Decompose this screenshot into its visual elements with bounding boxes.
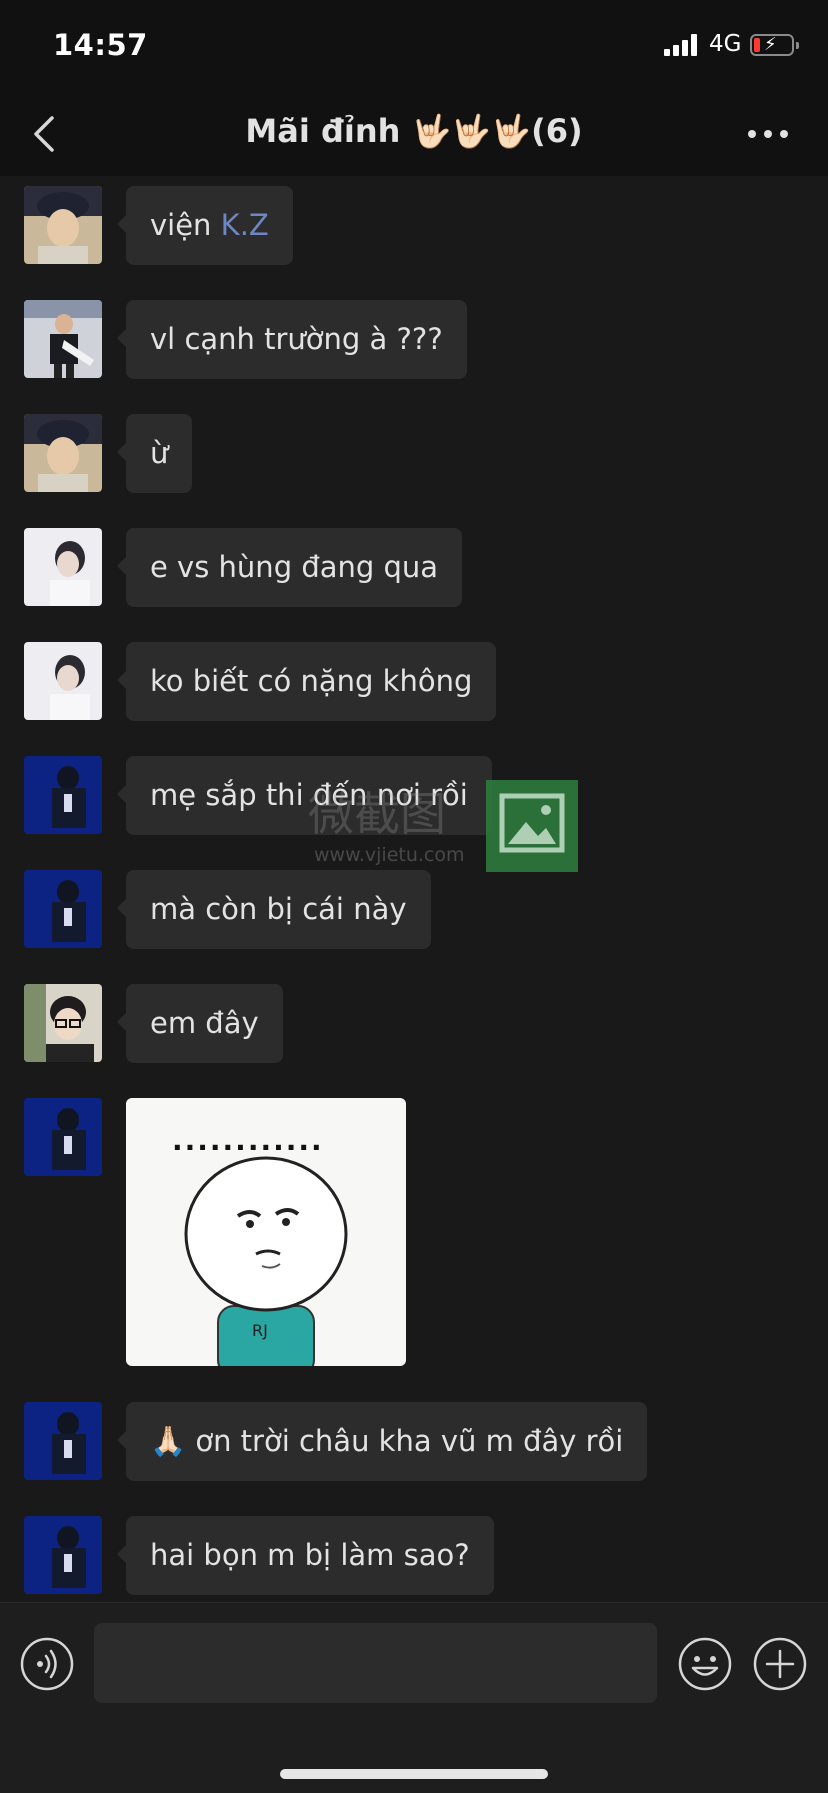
avatar[interactable] <box>24 1402 102 1480</box>
svg-text:RJ: RJ <box>252 1321 268 1340</box>
smiley-icon <box>678 1637 732 1691</box>
input-bar <box>0 1602 828 1793</box>
more-options-button[interactable] <box>748 130 788 140</box>
avatar[interactable] <box>24 528 102 606</box>
message-input[interactable] <box>94 1623 657 1703</box>
message-bubble[interactable]: 🙏🏻 ơn trời châu kha vũ m đây rồi <box>116 1402 648 1481</box>
voice-icon <box>20 1637 74 1691</box>
mention-link[interactable]: K.Z <box>221 208 269 242</box>
home-indicator <box>280 1769 548 1779</box>
avatar[interactable] <box>24 984 102 1062</box>
group-title: Mãi đỉnh 🤟🏻🤟🏻🤟🏻(6) <box>245 112 583 150</box>
message-bubble[interactable]: vl cạnh trường à ??? <box>117 300 467 379</box>
message-bubble[interactable]: ừ <box>116 414 193 493</box>
more-dot-icon <box>764 130 772 138</box>
avatar[interactable] <box>24 186 102 264</box>
more-dot-icon <box>780 130 788 138</box>
message-bubble[interactable]: mà còn bị cái này <box>117 870 431 949</box>
more-actions-button[interactable] <box>753 1637 807 1691</box>
message-list[interactable]: viện K.Z vl cạnh trường à ??? ừ e vs hùn… <box>0 176 828 1602</box>
avatar[interactable] <box>24 414 102 492</box>
message-bubble[interactable]: e vs hùng đang qua <box>116 528 463 607</box>
status-time: 14:57 <box>53 28 148 62</box>
battery-icon: ⚡ <box>750 34 799 56</box>
signal-icon <box>664 34 700 56</box>
message-bubble[interactable]: em đây <box>117 984 283 1063</box>
sticker-image[interactable]: ............ RJ <box>126 1098 406 1366</box>
voice-button[interactable] <box>20 1637 74 1691</box>
message-bubble[interactable]: viện K.Z <box>117 186 293 265</box>
avatar[interactable] <box>24 300 102 378</box>
avatar[interactable] <box>24 756 102 834</box>
emoji-button[interactable] <box>678 1637 732 1691</box>
message-bubble[interactable]: ko biết có nặng không <box>116 642 497 721</box>
more-dot-icon <box>748 130 756 138</box>
plus-icon <box>753 1637 807 1691</box>
message-bubble[interactable]: mẹ sắp thi đến nơi rồi <box>117 756 492 835</box>
avatar[interactable] <box>24 642 102 720</box>
avatar[interactable] <box>24 1516 102 1594</box>
avatar[interactable] <box>24 1098 102 1176</box>
message-bubble[interactable]: hai bọn m bị làm sao? <box>117 1516 494 1595</box>
chat-header: Mãi đỉnh 🤟🏻🤟🏻🤟🏻(6) <box>0 92 828 176</box>
status-bar: 14:57 4G ⚡ <box>0 0 828 92</box>
avatar[interactable] <box>24 870 102 948</box>
network-type: 4G <box>709 31 742 57</box>
